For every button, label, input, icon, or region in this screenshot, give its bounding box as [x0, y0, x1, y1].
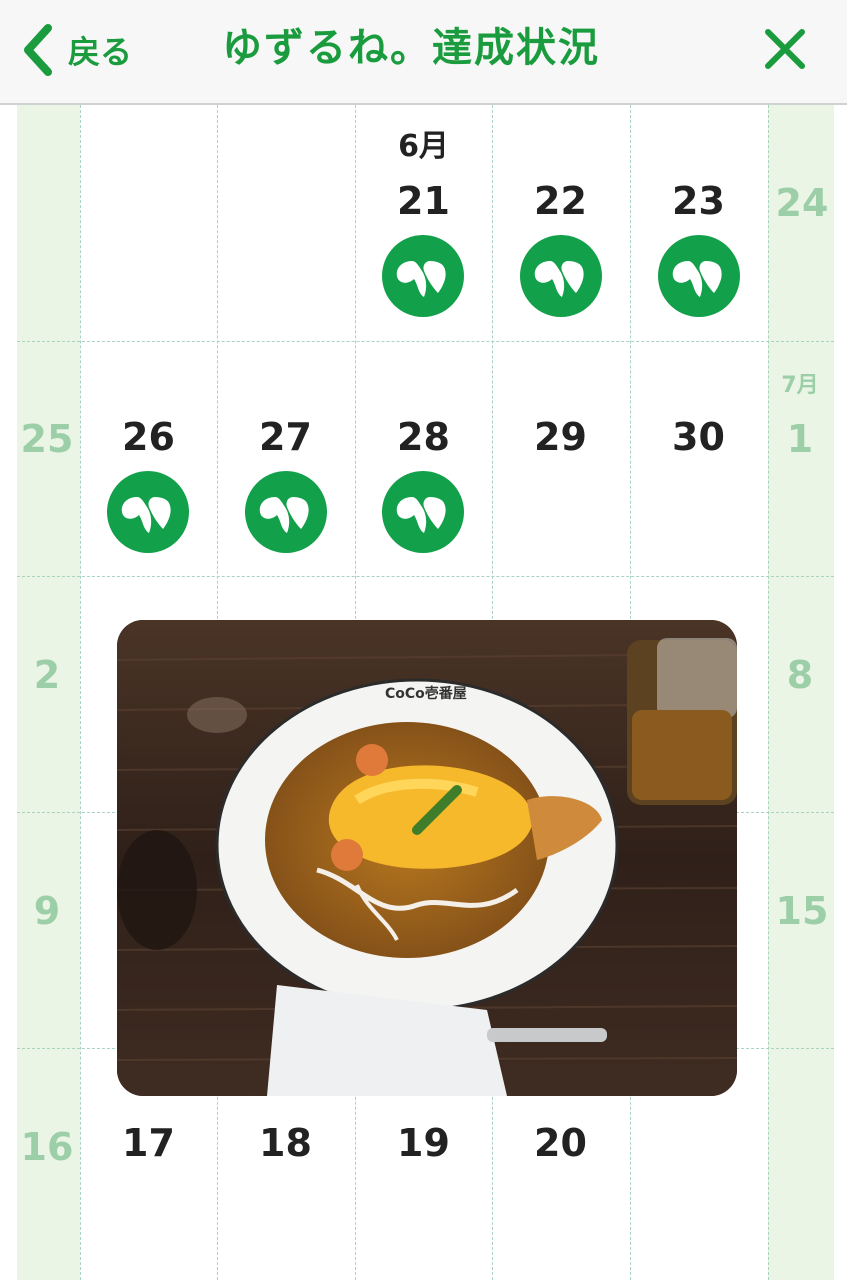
grid-line [80, 105, 81, 1280]
leaf-heart-icon [259, 497, 309, 533]
calendar-day-saturday[interactable]: 24 [770, 181, 834, 225]
leaf-heart-icon [534, 261, 584, 297]
header-bar: 戻る ゆずるね。達成状況 [0, 0, 847, 105]
food-photo[interactable]: CoCo壱番屋 [117, 620, 737, 1096]
calendar-day[interactable]: 27 [217, 415, 354, 459]
close-icon [765, 29, 805, 69]
close-button[interactable] [760, 24, 810, 74]
achieved-badge[interactable] [382, 471, 464, 553]
calendar-day[interactable]: 23 [630, 179, 767, 223]
back-label: 戻る [68, 33, 133, 71]
month-label-july: 7月 [781, 373, 819, 398]
calendar-day-sunday[interactable]: 25 [15, 417, 79, 461]
back-button[interactable]: 戻る [20, 20, 132, 80]
calendar-day[interactable]: 19 [355, 1121, 492, 1165]
calendar-day[interactable]: 20 [492, 1121, 629, 1165]
calendar-day-sunday[interactable]: 9 [15, 889, 79, 933]
calendar-day[interactable]: 29 [492, 415, 629, 459]
calendar-day[interactable]: 28 [355, 415, 492, 459]
grid-line [17, 576, 834, 577]
leaf-heart-icon [672, 261, 722, 297]
calendar-day-saturday[interactable]: 8 [768, 653, 832, 697]
achieved-badge[interactable] [382, 235, 464, 317]
calendar-day-sunday[interactable]: 16 [15, 1125, 79, 1169]
achieved-badge[interactable] [245, 471, 327, 553]
plate-logo-text: CoCo壱番屋 [385, 685, 467, 702]
calendar-day[interactable]: 17 [80, 1121, 217, 1165]
leaf-heart-icon [396, 261, 446, 297]
calendar-day[interactable]: 18 [217, 1121, 354, 1165]
calendar-day[interactable]: 26 [80, 415, 217, 459]
month-label-june: 6月 [398, 129, 449, 164]
calendar-day-sunday[interactable]: 2 [15, 653, 79, 697]
achieved-badge[interactable] [107, 471, 189, 553]
achieved-badge[interactable] [520, 235, 602, 317]
calendar-day[interactable]: 22 [492, 179, 629, 223]
chevron-left-icon [24, 24, 52, 76]
calendar-day-saturday[interactable]: 15 [770, 889, 834, 933]
leaf-heart-icon [396, 497, 446, 533]
calendar-day-saturday[interactable]: 1 [768, 417, 832, 461]
calendar-day[interactable]: 21 [355, 179, 492, 223]
leaf-heart-icon [121, 497, 171, 533]
calendar-day[interactable]: 30 [630, 415, 767, 459]
page-title: ゆずるね。達成状況 [222, 25, 600, 71]
achieved-badge[interactable] [658, 235, 740, 317]
curry-plate-illustration: CoCo壱番屋 [117, 620, 737, 1096]
grid-line [17, 341, 834, 342]
